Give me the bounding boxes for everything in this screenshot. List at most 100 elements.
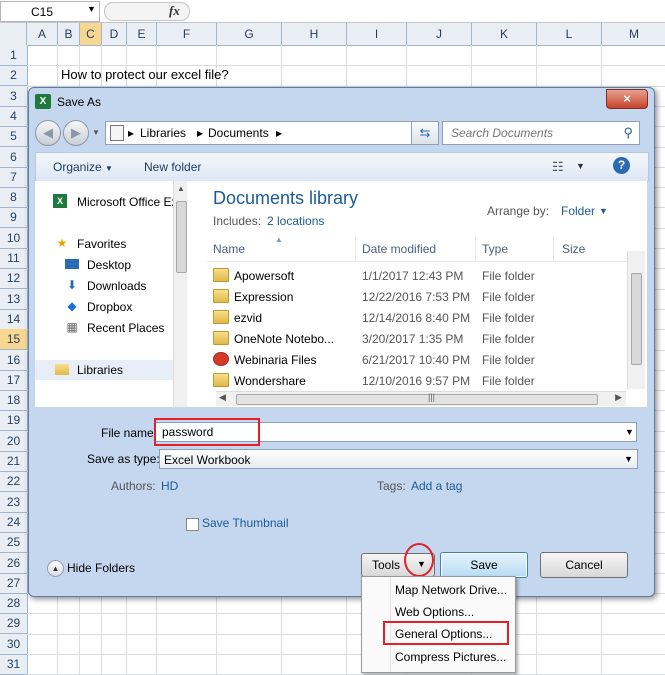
menu-item-map-network-drive[interactable]: Map Network Drive... (395, 583, 507, 597)
insert-function-button[interactable]: fx (104, 2, 190, 21)
scroll-left-icon[interactable]: ◀ (219, 392, 226, 403)
scrollbar-thumb[interactable] (236, 394, 598, 405)
row-header-4[interactable]: 4 (0, 106, 27, 127)
row-header-13[interactable]: 13 (0, 289, 27, 310)
chevron-down-icon[interactable]: ▼ (87, 4, 96, 14)
row-header-24[interactable]: 24 (0, 512, 27, 533)
chevron-down-icon[interactable]: ▼ (599, 206, 608, 216)
row-header-9[interactable]: 9 (0, 207, 27, 229)
select-all-corner[interactable] (0, 23, 27, 45)
address-bar[interactable]: ▸ Libraries ▸ Documents ▸ (105, 121, 435, 145)
hide-folders-button[interactable]: Hide Folders (67, 561, 135, 575)
row-header-14[interactable]: 14 (0, 309, 27, 330)
row-header-27[interactable]: 27 (0, 573, 27, 594)
collapse-up-icon[interactable]: ▲ (47, 560, 64, 577)
organize-button[interactable]: Organize ▼ (53, 160, 113, 174)
name-box[interactable]: C15 ▼ (0, 1, 100, 22)
row-header-20[interactable]: 20 (0, 431, 27, 452)
back-arrow-icon[interactable]: ◀ (35, 120, 61, 146)
arrange-by-dropdown[interactable]: Folder (561, 204, 595, 218)
authors-value[interactable]: HD (161, 479, 178, 493)
row-header-6[interactable]: 6 (0, 147, 27, 168)
nav-item-recent-places[interactable]: ▦ Recent Places (35, 318, 185, 338)
row-header-26[interactable]: 26 (0, 553, 27, 574)
row-header-16[interactable]: 16 (0, 350, 27, 371)
views-icon[interactable]: ☷ (552, 159, 564, 175)
column-header-c[interactable]: C (80, 23, 102, 45)
cell-b2-text[interactable]: How to protect our excel file? (61, 67, 229, 82)
save-as-type-select[interactable]: Excel Workbook ▼ (159, 449, 638, 469)
row-header-18[interactable]: 18 (0, 390, 27, 412)
save-thumbnail-checkbox[interactable] (186, 518, 199, 531)
breadcrumb-separator-icon[interactable]: ▸ (128, 126, 134, 140)
row-header-31[interactable]: 31 (0, 654, 27, 675)
row-header-25[interactable]: 25 (0, 532, 27, 554)
nav-item-microsoft-office-excel[interactable]: X Microsoft Office Ex (35, 192, 185, 212)
column-header-g[interactable]: G (217, 23, 282, 45)
nav-item-downloads[interactable]: ⬇ Downloads (35, 276, 185, 296)
close-button[interactable]: × (606, 89, 648, 109)
column-header-a[interactable]: A (27, 23, 58, 45)
file-list-scrollbar[interactable] (627, 251, 645, 389)
row-header-12[interactable]: 12 (0, 268, 27, 290)
row-header-30[interactable]: 30 (0, 634, 27, 655)
column-header-b[interactable]: B (58, 23, 80, 45)
column-header-d[interactable]: D (102, 23, 127, 45)
nav-item-libraries[interactable]: Libraries (35, 360, 185, 380)
search-icon[interactable]: ⚲ (623, 125, 633, 141)
chevron-down-icon[interactable]: ▼ (576, 161, 585, 171)
row-header-15[interactable]: 15 (0, 329, 27, 351)
row-header-28[interactable]: 28 (0, 593, 27, 615)
scrollbar-thumb[interactable] (176, 201, 187, 273)
menu-item-compress-pictures[interactable]: Compress Pictures... (395, 650, 506, 664)
breadcrumb-documents[interactable]: Documents (208, 126, 269, 140)
tags-value[interactable]: Add a tag (411, 479, 462, 493)
file-list-hscrollbar[interactable]: ◀ ||| ▶ (216, 391, 626, 406)
breadcrumb-libraries[interactable]: Libraries (140, 126, 186, 140)
cancel-button[interactable]: Cancel (540, 552, 628, 578)
new-folder-button[interactable]: New folder (144, 160, 201, 174)
menu-item-web-options[interactable]: Web Options... (395, 605, 474, 619)
nav-item-desktop[interactable]: Desktop (35, 255, 185, 275)
save-button[interactable]: Save (440, 552, 528, 578)
row-header-23[interactable]: 23 (0, 492, 27, 513)
chevron-down-icon[interactable]: ▼ (625, 427, 634, 437)
save-thumbnail-label[interactable]: Save Thumbnail (202, 516, 289, 530)
chevron-down-icon[interactable]: ▼ (92, 128, 100, 137)
column-header-j[interactable]: J (407, 23, 472, 45)
row-header-19[interactable]: 19 (0, 410, 27, 432)
locations-link[interactable]: 2 locations (267, 214, 324, 228)
column-header-i[interactable]: I (347, 23, 407, 45)
row-header-10[interactable]: 10 (0, 228, 27, 249)
row-header-11[interactable]: 11 (0, 248, 27, 269)
scrollbar-thumb[interactable] (631, 273, 642, 365)
file-row[interactable]: Wondershare 12/10/2016 9:57 PM File folder (207, 370, 637, 391)
forward-arrow-icon[interactable]: ▶ (63, 120, 89, 146)
column-size[interactable]: Size (562, 242, 585, 256)
column-header-m[interactable]: M (602, 23, 665, 45)
search-input[interactable] (449, 124, 613, 142)
scroll-up-icon[interactable]: ▲ (177, 184, 185, 193)
file-row[interactable]: ezvid 12/14/2016 8:40 PM File folder (207, 307, 637, 328)
file-row[interactable]: Webinaria Files 6/21/2017 10:40 PM File fo… (207, 349, 637, 370)
scroll-right-icon[interactable]: ▶ (615, 392, 622, 403)
column-header-f[interactable]: F (157, 23, 217, 45)
file-row[interactable]: Apowersoft 1/1/2017 12:43 PM File folder (207, 265, 637, 286)
row-header-17[interactable]: 17 (0, 370, 27, 391)
row-header-2[interactable]: 2 (0, 65, 27, 87)
breadcrumb-separator-icon[interactable]: ▸ (197, 126, 203, 140)
refresh-icon[interactable]: ⇆ (411, 121, 439, 145)
file-row[interactable]: OneNote Notebo... 3/20/2017 1:35 PM File f… (207, 328, 637, 349)
row-header-1[interactable]: 1 (0, 45, 27, 66)
help-icon[interactable]: ? (613, 157, 630, 174)
row-header-7[interactable]: 7 (0, 167, 27, 188)
row-header-8[interactable]: 8 (0, 187, 27, 209)
column-type[interactable]: Type (482, 242, 508, 256)
row-header-3[interactable]: 3 (0, 86, 27, 107)
row-header-22[interactable]: 22 (0, 471, 27, 493)
column-date-modified[interactable]: Date modified (362, 242, 436, 256)
search-box[interactable]: ⚲ (442, 121, 640, 145)
column-header-l[interactable]: L (537, 23, 602, 45)
nav-item-favorites[interactable]: ★ Favorites (35, 234, 185, 254)
column-header-h[interactable]: H (282, 23, 347, 45)
